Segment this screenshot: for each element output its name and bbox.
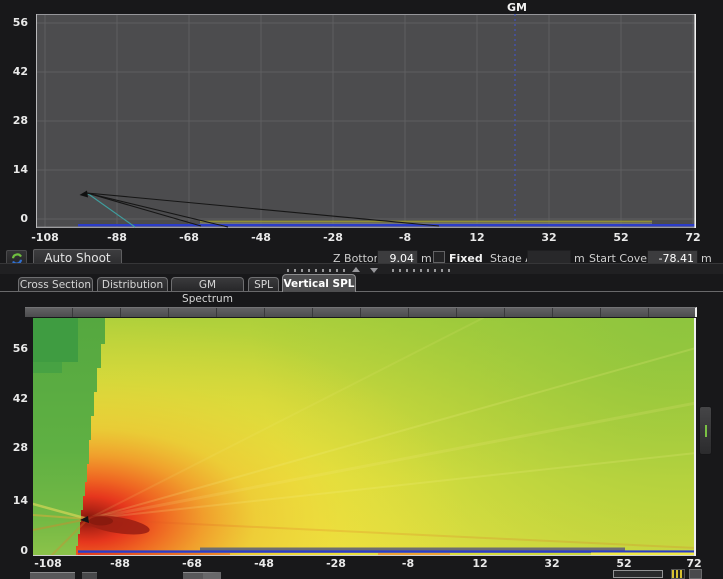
top-x-tick: -88 <box>93 231 141 244</box>
stage-bar <box>200 548 625 551</box>
heatmap-top-ruler[interactable] <box>25 307 697 317</box>
top-y-tick: 14 <box>2 163 28 176</box>
top-x-tick: -48 <box>237 231 285 244</box>
tab-cross-section[interactable]: Cross Section <box>18 277 93 291</box>
top-x-tick: 12 <box>453 231 501 244</box>
shadow-zone-dark-green-step <box>33 362 62 373</box>
heatmap-right-border <box>694 318 696 556</box>
cross-section-plot[interactable] <box>36 14 696 228</box>
scale-legend-icon[interactable] <box>671 569 685 579</box>
side-panel-toggle-grip <box>705 425 707 437</box>
tabbar-baseline <box>0 291 723 292</box>
top-y-tick: 0 <box>2 212 28 225</box>
hm-x-tick: 12 <box>456 557 504 570</box>
bottom-control-partial[interactable] <box>30 572 75 579</box>
top-x-tick: 52 <box>597 231 645 244</box>
hm-x-tick: -88 <box>96 557 144 570</box>
splitter-dots <box>392 269 450 272</box>
hm-y-tick: 14 <box>2 494 28 507</box>
horizontal-splitter[interactable] <box>0 263 723 274</box>
top-y-tick: 56 <box>2 16 28 29</box>
hm-y-tick: 56 <box>2 342 28 355</box>
hm-x-tick: -28 <box>312 557 360 570</box>
tab-spl[interactable]: SPL <box>248 277 279 291</box>
side-panel-toggle[interactable] <box>699 406 712 455</box>
hm-y-tick: 42 <box>2 392 28 405</box>
tab-distribution[interactable]: Distribution <box>97 277 168 291</box>
audience-line <box>78 550 696 552</box>
vertical-spl-heatmap[interactable] <box>33 318 696 556</box>
tab-gm-spectrum[interactable]: GM Spectrum <box>171 277 244 291</box>
simulation-window: GM 56 42 28 14 0 -108 - <box>0 0 723 579</box>
bottom-scrollbar-partial[interactable] <box>613 570 663 578</box>
splitter-collapse-down-icon[interactable] <box>370 268 378 273</box>
audience-plane-line <box>78 224 696 226</box>
top-x-tick: -68 <box>165 231 213 244</box>
hotspot-core <box>89 517 113 526</box>
bottom-control-partial[interactable] <box>183 572 221 579</box>
stage-line <box>200 223 652 224</box>
coverage-line <box>200 221 652 223</box>
hm-x-tick: -68 <box>168 557 216 570</box>
hm-x-tick: -8 <box>384 557 432 570</box>
fixed-checkbox[interactable] <box>433 251 445 263</box>
tab-vertical-spl[interactable]: Vertical SPL <box>282 274 356 292</box>
bottom-control-partial[interactable] <box>689 569 702 579</box>
hm-x-tick: 32 <box>528 557 576 570</box>
top-y-tick: 42 <box>2 65 28 78</box>
top-x-tick: -108 <box>21 231 69 244</box>
bottom-control-partial[interactable] <box>82 572 97 579</box>
splitter-collapse-up-icon[interactable] <box>352 267 360 272</box>
top-x-tick: 72 <box>669 231 717 244</box>
hm-x-tick: -108 <box>24 557 72 570</box>
heatmap-bottom-axis <box>33 555 696 556</box>
hm-y-tick: 0 <box>2 544 28 557</box>
hm-x-tick: 52 <box>600 557 648 570</box>
plot-right-border <box>694 14 696 228</box>
top-x-tick: 32 <box>525 231 573 244</box>
top-x-tick: -28 <box>309 231 357 244</box>
top-x-tick: -8 <box>381 231 429 244</box>
hm-x-tick: -48 <box>240 557 288 570</box>
hm-y-tick: 28 <box>2 441 28 454</box>
shadow-zone-dark-green <box>33 318 78 362</box>
splitter-dots <box>287 269 345 272</box>
top-y-tick: 28 <box>2 114 28 127</box>
gm-marker-label: GM <box>502 1 532 14</box>
